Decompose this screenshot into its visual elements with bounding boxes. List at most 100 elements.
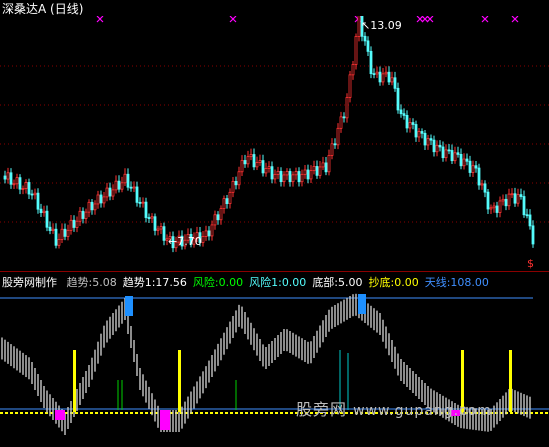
candle-body	[432, 139, 436, 153]
candle-body	[285, 171, 289, 176]
candle-body	[276, 170, 280, 175]
candle-body	[78, 210, 82, 222]
indicator-chart[interactable]	[0, 288, 549, 447]
candle-body	[483, 183, 487, 193]
candle-body	[450, 150, 454, 162]
candle-body	[108, 187, 112, 197]
watermark-text: 股旁网	[296, 400, 348, 419]
candle-body	[297, 171, 301, 183]
candle-body	[369, 50, 373, 75]
candle-body	[417, 131, 421, 138]
pane-divider[interactable]	[0, 271, 549, 272]
candle-body	[390, 77, 394, 83]
candle-body	[303, 169, 307, 175]
candle-body	[69, 219, 73, 231]
candle-body	[414, 124, 418, 138]
candle-body	[15, 177, 19, 185]
candle-body	[231, 181, 235, 193]
candle-body	[225, 198, 229, 205]
candle-body	[396, 87, 400, 111]
candle-body	[60, 228, 64, 240]
candle-body	[156, 228, 160, 231]
candle-body	[207, 230, 211, 237]
candle-body	[18, 177, 22, 190]
candle-body	[468, 160, 472, 173]
candle-body	[123, 173, 127, 184]
candle-body	[504, 198, 508, 207]
candle-body	[363, 35, 367, 42]
candle-body	[348, 74, 352, 98]
candle-body	[423, 132, 427, 146]
candlestick-chart[interactable]	[0, 16, 549, 271]
candle-body	[237, 171, 241, 186]
candle-body	[24, 182, 28, 189]
candle-body	[90, 201, 94, 211]
candle-body	[453, 152, 457, 162]
candle-body	[465, 158, 469, 162]
candle-body	[516, 194, 520, 204]
candle-body	[258, 160, 262, 163]
candle-body	[375, 71, 379, 75]
candle-body	[105, 187, 109, 198]
candle-body	[486, 191, 490, 210]
candle-body	[141, 201, 145, 204]
candle-body	[21, 188, 25, 190]
candle-body	[333, 143, 337, 146]
candle-body	[288, 171, 292, 183]
candle-body	[138, 201, 142, 204]
candle-body	[531, 225, 535, 245]
candle-body	[330, 143, 334, 156]
candle-body	[477, 167, 481, 186]
candle-body	[3, 175, 7, 180]
candle-body	[27, 182, 31, 195]
candle-body	[213, 214, 217, 226]
chart-window: 深桑达A (日线) ↖13.09 ←7.70 $ 股旁网制作 趋势:5.08 趋势…	[0, 0, 549, 447]
watermark: 股旁网 www.gupang.com	[296, 396, 492, 420]
candle-body	[444, 149, 448, 159]
candle-body	[321, 162, 325, 168]
candle-body	[366, 40, 370, 52]
candle-body	[255, 162, 259, 168]
candle-body	[315, 166, 319, 176]
candle-body	[429, 138, 433, 141]
candle-body	[39, 208, 43, 214]
candle-body	[99, 194, 103, 204]
candle-body	[30, 193, 34, 196]
candle-body	[336, 127, 340, 146]
candle-body	[201, 236, 205, 243]
arrow-left-icon: ←	[168, 235, 178, 248]
candle-body	[75, 220, 79, 228]
candle-body	[9, 172, 13, 185]
candle-body	[45, 210, 49, 228]
candle-body	[84, 211, 88, 219]
candle-body	[219, 208, 223, 221]
candle-body	[438, 144, 442, 148]
candle-body	[66, 229, 70, 237]
candle-body	[126, 173, 130, 188]
candle-body	[525, 214, 529, 217]
candle-body	[57, 239, 61, 246]
candle-body	[318, 166, 322, 176]
candle-body	[306, 169, 310, 180]
candle-body	[273, 173, 277, 180]
candle-body	[339, 116, 343, 129]
signal-bar	[178, 350, 181, 412]
candle-body	[93, 203, 97, 211]
candle-body	[96, 194, 100, 205]
candle-body	[441, 146, 445, 159]
candle-body	[261, 160, 265, 174]
peak-block	[125, 296, 133, 316]
candle-body	[309, 170, 313, 180]
candle-body	[492, 205, 496, 209]
candle-body	[147, 217, 151, 219]
candle-body	[291, 174, 295, 183]
candle-body	[501, 198, 505, 202]
candle-body	[351, 64, 355, 76]
candle-body	[513, 193, 517, 204]
peak-block	[358, 294, 366, 314]
candle-body	[381, 73, 385, 83]
candle-body	[249, 154, 253, 158]
candle-body	[357, 16, 361, 37]
candle-body	[162, 226, 166, 241]
candle-body	[402, 113, 406, 116]
